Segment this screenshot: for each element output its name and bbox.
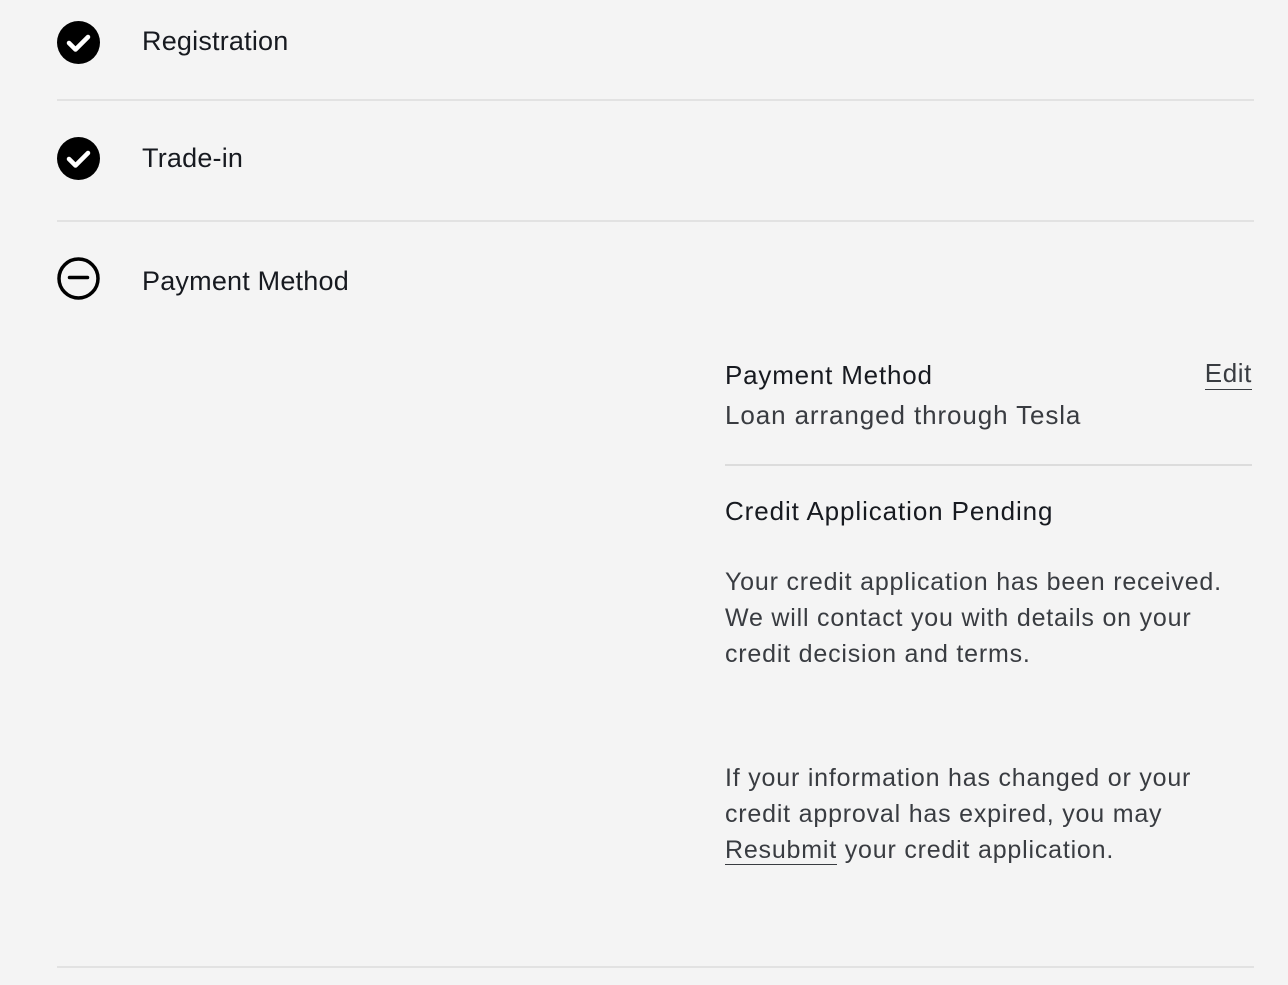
resubmit-link[interactable]: Resubmit	[725, 836, 837, 865]
step-divider	[57, 966, 1254, 968]
step-divider	[57, 99, 1254, 101]
resubmit-text-after: your credit application.	[837, 836, 1115, 864]
step-divider	[57, 220, 1254, 222]
edit-payment-link[interactable]: Edit	[1204, 358, 1252, 390]
step-label-trade-in: Trade-in	[142, 143, 244, 173]
checkout-steps-page: Registration Trade-in Payment Method Pay…	[0, 0, 1288, 985]
payment-method-heading: Payment Method	[725, 360, 933, 390]
step-label-registration: Registration	[142, 26, 289, 56]
credit-resubmit-text: If your information has changed or your …	[725, 760, 1245, 868]
step-payment-method[interactable]: Payment Method	[57, 257, 1254, 300]
check-circle-icon	[57, 137, 100, 180]
check-circle-icon	[57, 21, 100, 64]
step-label-payment-method: Payment Method	[142, 266, 349, 296]
panel-divider	[725, 464, 1252, 466]
minus-circle-icon	[57, 257, 100, 300]
payment-method-value: Loan arranged through Tesla	[725, 400, 1082, 430]
step-trade-in[interactable]: Trade-in	[57, 137, 1254, 180]
resubmit-text-before: If your information has changed or your …	[725, 764, 1192, 828]
step-registration[interactable]: Registration	[57, 21, 1254, 64]
credit-status-heading: Credit Application Pending	[725, 496, 1054, 526]
credit-received-text: Your credit application has been receive…	[725, 568, 1222, 668]
